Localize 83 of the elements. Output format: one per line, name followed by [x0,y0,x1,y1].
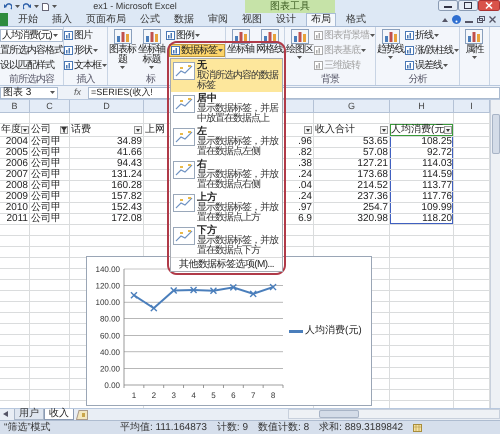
table-cell: 公司甲 [30,148,70,159]
table-cell: 2011 [0,214,30,225]
group-label: 标 [146,75,155,85]
column-title: 年度 [1,125,21,135]
status-stat: 平均值: 111.164873 [120,422,207,432]
x-tick-label: 2 [152,391,156,400]
x-tick-label: 6 [231,391,236,400]
table-cell: 254.7 [314,203,390,214]
table-cell: 2005 [0,148,30,159]
menu-item-title: 右 [197,159,207,170]
table-cell: 108.25 [390,137,454,148]
window-title: ex1 - Microsoft Excel [92,2,178,11]
table-cell: 41.66 [70,148,144,159]
table-cell: 2009 [0,192,30,203]
table-cell: 2010 [0,203,30,214]
legend-label: 人均消费(元) [305,326,362,336]
status-mode: “筛选”模式 [4,422,52,432]
x-tick-label: 8 [270,391,276,400]
x-tick-label: 4 [191,391,196,400]
table-cell: 34.89 [70,137,144,148]
table-cell: 157.82 [70,192,144,203]
table-cell: 57.08 [314,148,390,159]
table-cell: 214.52 [314,181,390,192]
table-cell: 94.43 [70,159,144,170]
group-label: 分析 [408,75,426,85]
y-tick-label: 140.00 [96,265,120,274]
context-tab-label: 图表工具 [245,0,335,13]
y-tick-label: 60.00 [100,331,120,340]
menu-item-title: 下方 [197,225,217,236]
menu-item-description: 显示数据标签，并放置在数据点下方 [197,236,280,256]
status-stat: 计数: 9 [216,422,248,432]
table-cell: 127.21 [314,159,390,170]
table-cell: 53.65 [314,137,390,148]
table-cell: 173.68 [314,170,390,181]
table-cell: 237.36 [314,192,390,203]
table-cell: 113.77 [390,181,454,192]
menu-item-title: 无 [197,60,207,71]
table-cell: 114.59 [390,170,454,181]
column-title: 话费 [71,125,91,135]
table-cell: 公司甲 [30,181,70,192]
column-title: 公司 [31,125,51,135]
table-cell: 公司甲 [30,192,70,203]
table-cell: 2008 [0,181,30,192]
y-tick-label: 20.00 [100,364,120,374]
menu-item-title: 上方 [197,192,217,203]
column-title: 人均消费(元 [391,125,444,135]
table-cell: 公司甲 [30,170,70,181]
table-cell: 公司甲 [30,203,70,214]
table-cell: 118.20 [390,214,454,225]
menu-item-title: 左 [197,126,207,137]
x-tick-label: 3 [171,391,176,400]
column-title: 收入合计 [315,125,355,135]
table-cell: 92.72 [390,148,454,159]
name-box-text: 图表 3 [3,88,32,98]
table-cell: 131.24 [70,170,144,181]
y-tick-label: 0.00 [104,381,120,390]
table-cell: 114.03 [390,159,454,170]
x-tick-label: 1 [132,391,136,400]
group-label: 背景 [321,75,339,85]
table-cell: 160.28 [70,181,144,192]
table-cell: 109.99 [390,203,454,214]
menu-item-description: 显示数据标签，并居中放置在数据点上 [197,104,280,124]
table-cell: 2006 [0,159,30,170]
group-label: 前所选内容 [9,75,54,85]
x-tick-label: 5 [211,391,216,400]
table-cell: 117.76 [390,192,454,203]
y-tick-label: 100.00 [96,298,120,308]
table-cell: 172.08 [70,214,144,225]
x-tick-label: 7 [250,391,256,400]
y-tick-label: 40.00 [100,348,120,357]
y-tick-label: 80.00 [100,314,120,324]
y-tick-label: 120.00 [96,282,120,291]
status-stat: 求和: 889.3189842 [319,422,404,432]
column-title: 上网 [145,125,165,135]
status-stat: 数值计数: 8 [258,422,310,432]
group-label: 插入 [76,75,94,85]
table-cell: 公司甲 [30,159,70,170]
table-cell: 320.98 [314,214,390,225]
table-cell: 152.43 [70,203,144,214]
table-cell: 2004 [0,137,30,148]
table-cell: 公司甲 [30,137,70,148]
table-cell: 2007 [0,170,30,181]
table-cell: 公司甲 [30,214,70,225]
